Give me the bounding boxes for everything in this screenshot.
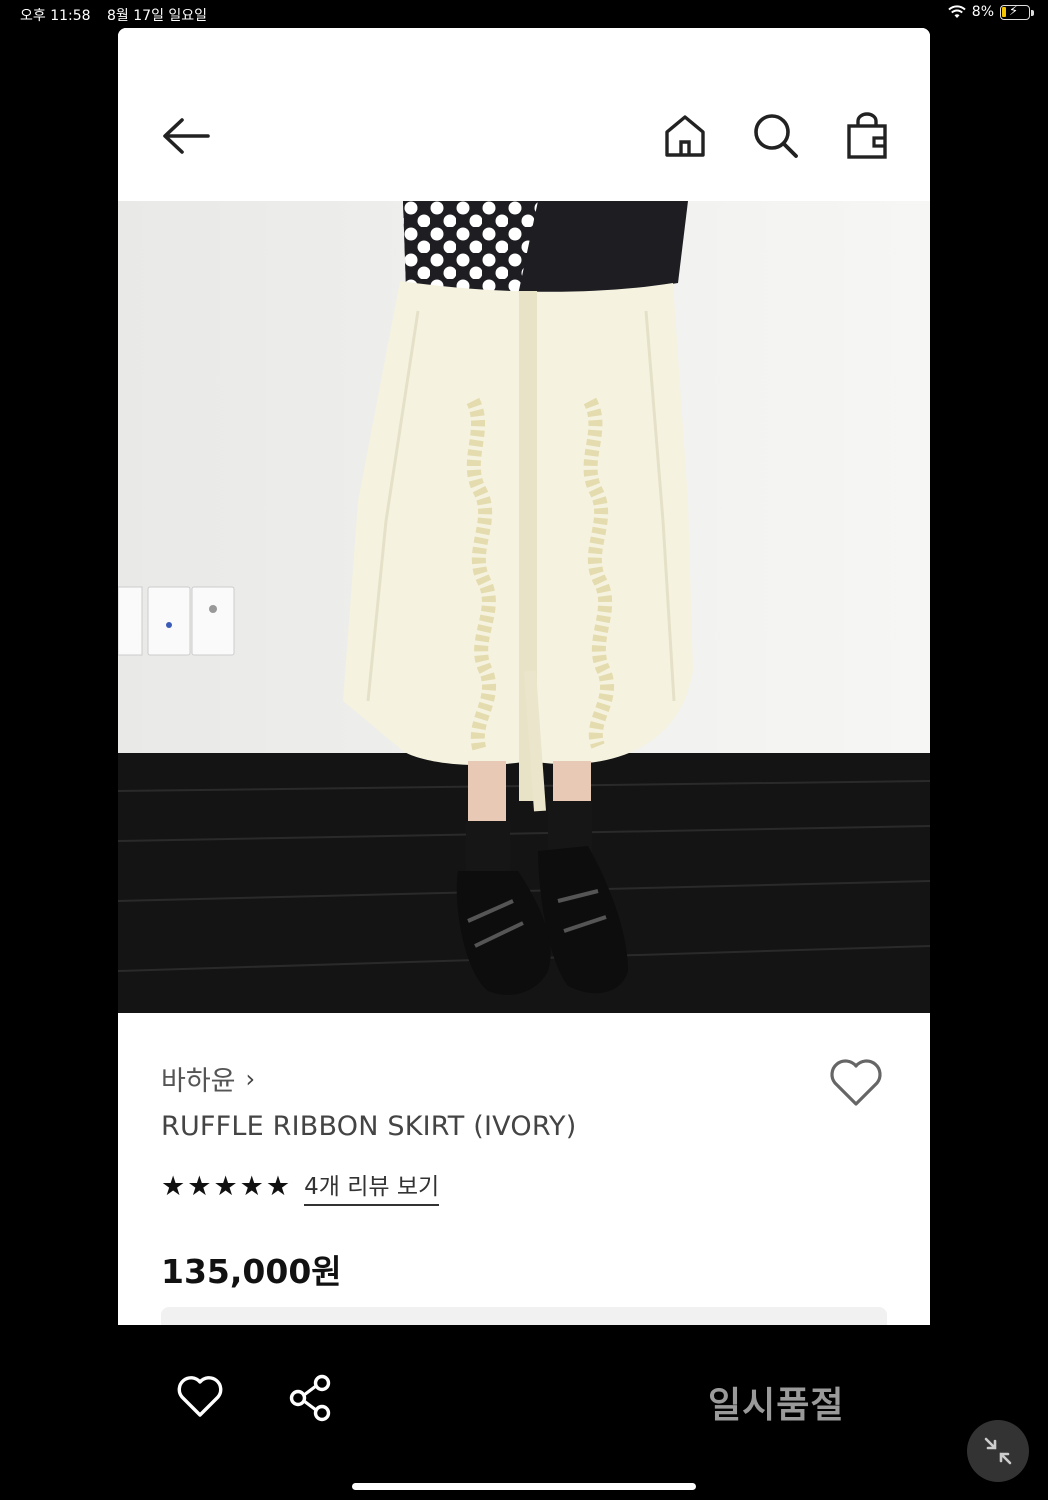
home-button[interactable]: [659, 110, 711, 162]
rating-row: ★ ★ ★ ★ ★ 4개 리뷰 보기: [161, 1167, 440, 1206]
status-left: 오후 11:58 8월 17일 일요일: [20, 5, 219, 25]
home-icon: [665, 115, 705, 157]
back-button[interactable]: [160, 110, 212, 162]
star-icon: ★: [187, 1171, 212, 1202]
product-info: 바하윤 › RUFFLE RIBBON SKIRT (IVORY) ★ ★ ★ …: [118, 1013, 930, 1325]
star-icon: ★: [161, 1171, 186, 1202]
share-button[interactable]: [288, 1374, 334, 1422]
search-icon: [754, 114, 798, 158]
status-time: 오후 11:58: [20, 8, 91, 24]
status-right: 8% ⚡: [948, 4, 1034, 20]
arrow-left-icon: [163, 118, 210, 154]
home-indicator: [352, 1483, 696, 1490]
minimize-button[interactable]: [967, 1420, 1029, 1482]
battery-percent: 8%: [971, 4, 994, 20]
product-photo-illustration: [118, 201, 930, 1013]
star-icon: ★: [265, 1171, 291, 1202]
bottom-wishlist-button[interactable]: [176, 1375, 224, 1419]
status-date: 8월 17일 일요일: [107, 8, 208, 24]
star-icon: ★: [239, 1171, 264, 1202]
wifi-icon: [948, 5, 966, 18]
product-price: 135,000원: [161, 1252, 342, 1291]
heart-icon: [830, 1059, 882, 1106]
share-icon: [289, 1374, 331, 1422]
chevron-right-icon: ›: [245, 1064, 256, 1093]
wishlist-button[interactable]: [828, 1057, 884, 1109]
product-sheet: 바하윤 › RUFFLE RIBBON SKIRT (IVORY) ★ ★ ★ …: [118, 28, 930, 1325]
star-icon: ★: [213, 1171, 238, 1202]
heart-icon: [177, 1376, 223, 1417]
status-bar: 오후 11:58 8월 17일 일요일 8% ⚡: [0, 0, 1048, 28]
brand-link[interactable]: 바하윤 ›: [161, 1059, 255, 1098]
soldout-button[interactable]: 일시품절: [708, 1376, 844, 1428]
shopping-bag-button[interactable]: [841, 110, 893, 162]
shopping-bag-icon: [847, 112, 887, 159]
star-rating: ★ ★ ★ ★ ★: [161, 1173, 290, 1200]
product-image[interactable]: [118, 201, 930, 1013]
brand-name: 바하윤: [161, 1066, 236, 1097]
search-button[interactable]: [750, 110, 802, 162]
top-navigation: [118, 28, 930, 201]
battery-icon: ⚡: [1000, 4, 1034, 20]
review-link[interactable]: 4개 리뷰 보기: [304, 1167, 440, 1206]
product-name: RUFFLE RIBBON SKIRT (IVORY): [161, 1111, 577, 1142]
collapse-arrows-icon: [984, 1437, 1012, 1465]
option-panel[interactable]: [161, 1307, 887, 1325]
